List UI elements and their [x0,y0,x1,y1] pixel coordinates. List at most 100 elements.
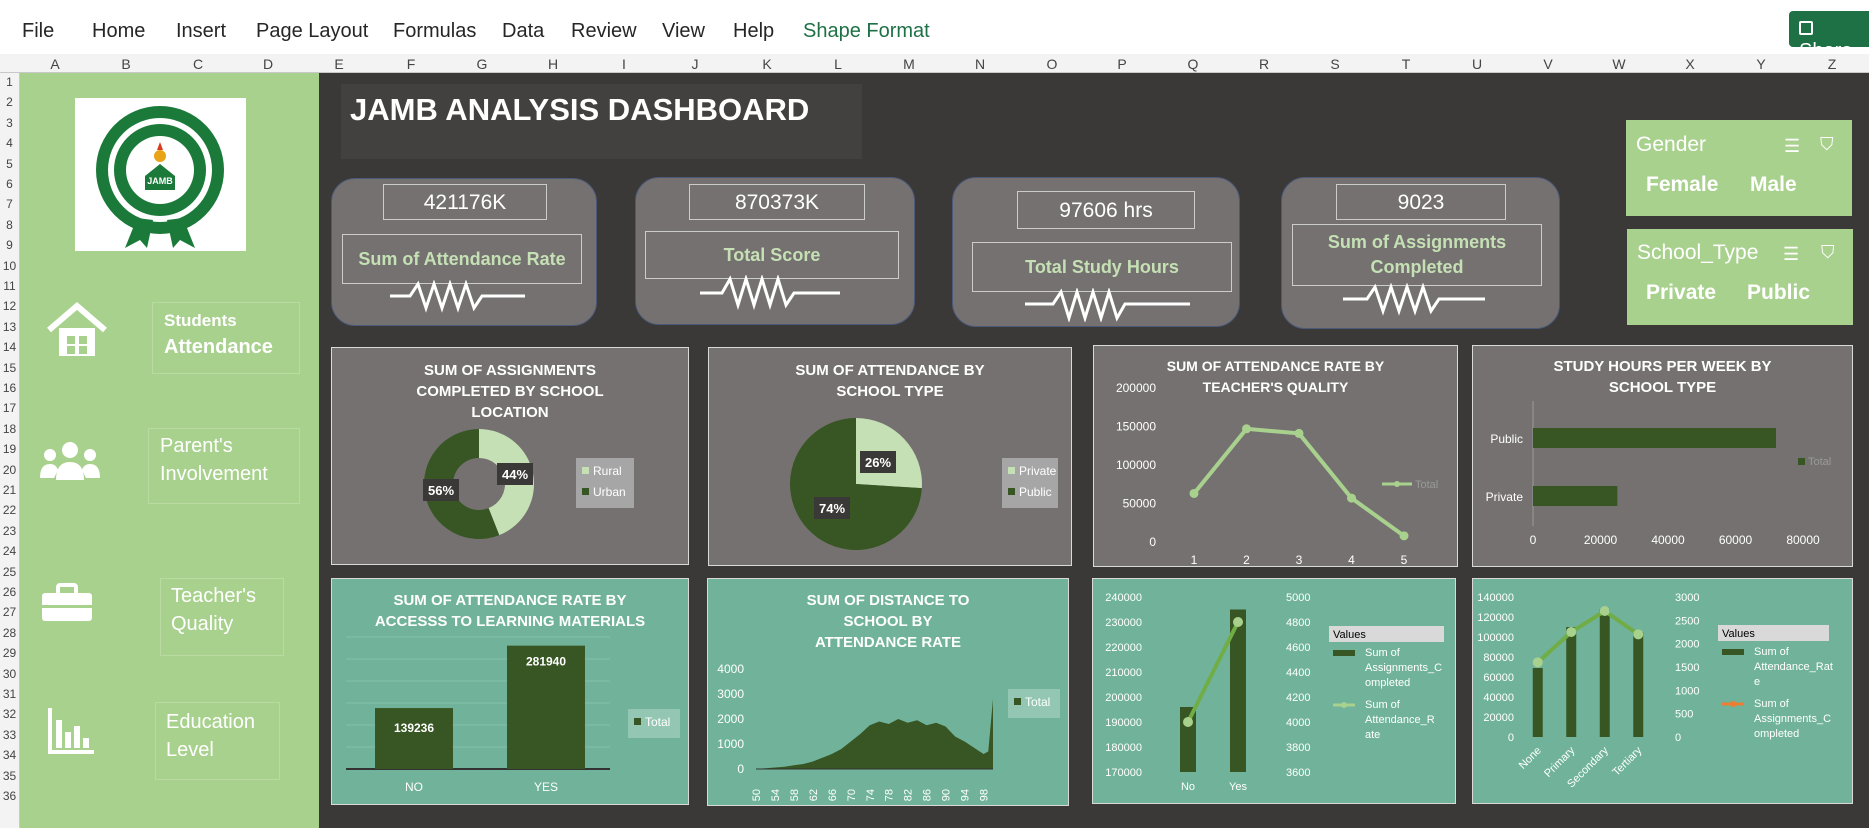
nav-education-level[interactable]: Education Level [155,702,280,780]
row-header[interactable]: 19 [0,442,19,456]
tab-view[interactable]: View [662,20,705,43]
row-header[interactable]: 24 [0,544,19,558]
tab-data[interactable]: Data [502,20,544,43]
column-header[interactable]: Z [1822,56,1842,72]
row-header[interactable]: 26 [0,585,19,599]
slicer-option-female[interactable]: Female [1646,173,1718,197]
chart-study-hours-by-school-type[interactable]: STUDY HOURS PER WEEK BY SCHOOL TYPE Publ… [1472,345,1853,567]
column-header[interactable]: Y [1751,56,1771,72]
column-header[interactable]: R [1254,56,1274,72]
column-header[interactable]: V [1538,56,1558,72]
row-header[interactable]: 31 [0,687,19,701]
tab-formulas[interactable]: Formulas [393,20,476,43]
column-header[interactable]: A [45,56,65,72]
row-header[interactable]: 13 [0,320,19,334]
tab-review[interactable]: Review [571,20,637,43]
tab-insert[interactable]: Insert [176,20,226,43]
slicer-gender[interactable]: Gender ☰ ⛉ Female Male [1626,120,1852,216]
row-header[interactable]: 10 [0,259,19,273]
nav-students-attendance[interactable]: Students Attendance [152,302,300,374]
column-header[interactable]: I [614,56,634,72]
y-tick-label: 0 [1149,535,1156,549]
column-header[interactable]: L [828,56,848,72]
column-header[interactable]: W [1609,56,1629,72]
bar-chart-icon[interactable] [46,706,96,756]
chart-distance-by-attendance-rate[interactable]: SUM OF DISTANCE TO SCHOOL BY ATTENDANCE … [707,578,1069,806]
chart-combo-learning-materials[interactable]: 170000 180000 190000 200000 210000 220000 2300… [1092,578,1456,804]
row-header[interactable]: 2 [0,95,19,109]
row-header[interactable]: 3 [0,116,19,130]
multi-select-icon[interactable]: ☰ [1783,244,1799,265]
column-header[interactable]: E [329,56,349,72]
home-icon[interactable] [45,300,109,360]
row-header[interactable]: 7 [0,197,19,211]
column-header[interactable]: J [685,56,705,72]
row-header[interactable]: 34 [0,748,19,762]
row-header[interactable]: 30 [0,667,19,681]
row-header[interactable]: 32 [0,707,19,721]
column-header[interactable]: U [1467,56,1487,72]
slicer-school-type[interactable]: School_Type ☰ ⛉ Private Public [1627,229,1853,325]
column-header[interactable]: C [188,56,208,72]
row-header[interactable]: 8 [0,218,19,232]
column-header[interactable]: T [1396,56,1416,72]
row-header[interactable]: 25 [0,565,19,579]
row-header[interactable]: 20 [0,463,19,477]
row-header[interactable]: 33 [0,728,19,742]
clear-filter-icon[interactable]: ⛉ [1820,134,1834,155]
tab-home[interactable]: Home [92,20,145,43]
column-header[interactable]: G [472,56,492,72]
tab-file[interactable]: File [22,20,54,43]
row-header[interactable]: 6 [0,177,19,191]
chart-attendance-by-learning-materials[interactable]: SUM OF ATTENDANCE RATE BY ACCESSS TO LEA… [331,578,689,805]
column-header[interactable]: S [1325,56,1345,72]
chart-assignments-by-location[interactable]: SUM OF ASSIGNMENTS COMPLETED BY SCHOOL L… [331,347,689,565]
column-header[interactable]: P [1112,56,1132,72]
row-header[interactable]: 35 [0,769,19,783]
tab-page-layout[interactable]: Page Layout [256,20,368,43]
column-header[interactable]: H [543,56,563,72]
row-header[interactable]: 11 [0,279,19,293]
people-icon[interactable] [40,440,100,484]
column-header[interactable]: N [970,56,990,72]
row-header[interactable]: 12 [0,299,19,313]
slicer-option-male[interactable]: Male [1750,173,1797,197]
slicer-option-private[interactable]: Private [1646,281,1716,305]
row-header[interactable]: 5 [0,157,19,171]
chart-combo-education-level[interactable]: 0 20000 40000 60000 80000 100000 120000 140000 0… [1472,578,1853,804]
nav-parents-involvement[interactable]: Parent's Involvement [148,428,300,504]
chart-attendance-by-school-type[interactable]: SUM OF ATTENDANCE BY SCHOOL TYPE 26% 74% P… [708,347,1072,566]
row-header[interactable]: 16 [0,381,19,395]
row-header[interactable]: 29 [0,646,19,660]
column-header[interactable]: K [757,56,777,72]
share-button[interactable]: Share [1789,11,1869,62]
column-header[interactable]: F [401,56,421,72]
row-header[interactable]: 18 [0,422,19,436]
column-header[interactable]: Q [1183,56,1203,72]
tab-shape-format[interactable]: Shape Format [803,20,930,43]
column-header[interactable]: X [1680,56,1700,72]
row-header[interactable]: 21 [0,483,19,497]
row-header[interactable]: 9 [0,238,19,252]
briefcase-icon[interactable] [42,583,92,623]
column-header[interactable]: O [1042,56,1062,72]
clear-filter-icon[interactable]: ⛉ [1821,242,1835,263]
nav-teachers-quality[interactable]: Teacher's Quality [160,578,284,656]
row-header[interactable]: 14 [0,340,19,354]
column-header[interactable]: D [258,56,278,72]
slicer-option-public[interactable]: Public [1747,281,1810,305]
row-header[interactable]: 4 [0,136,19,150]
row-header[interactable]: 15 [0,361,19,375]
column-header[interactable]: B [116,56,136,72]
row-header[interactable]: 23 [0,524,19,538]
row-header[interactable]: 36 [0,789,19,803]
tab-help[interactable]: Help [733,20,774,43]
chart-attendance-by-teacher-quality[interactable]: SUM OF ATTENDANCE RATE BY TEACHER'S QUAL… [1093,345,1458,567]
row-header[interactable]: 22 [0,503,19,517]
row-header[interactable]: 28 [0,626,19,640]
multi-select-icon[interactable]: ☰ [1784,136,1800,157]
row-header[interactable]: 27 [0,605,19,619]
row-header[interactable]: 17 [0,401,19,415]
column-header[interactable]: M [899,56,919,72]
row-header[interactable]: 1 [0,75,19,89]
